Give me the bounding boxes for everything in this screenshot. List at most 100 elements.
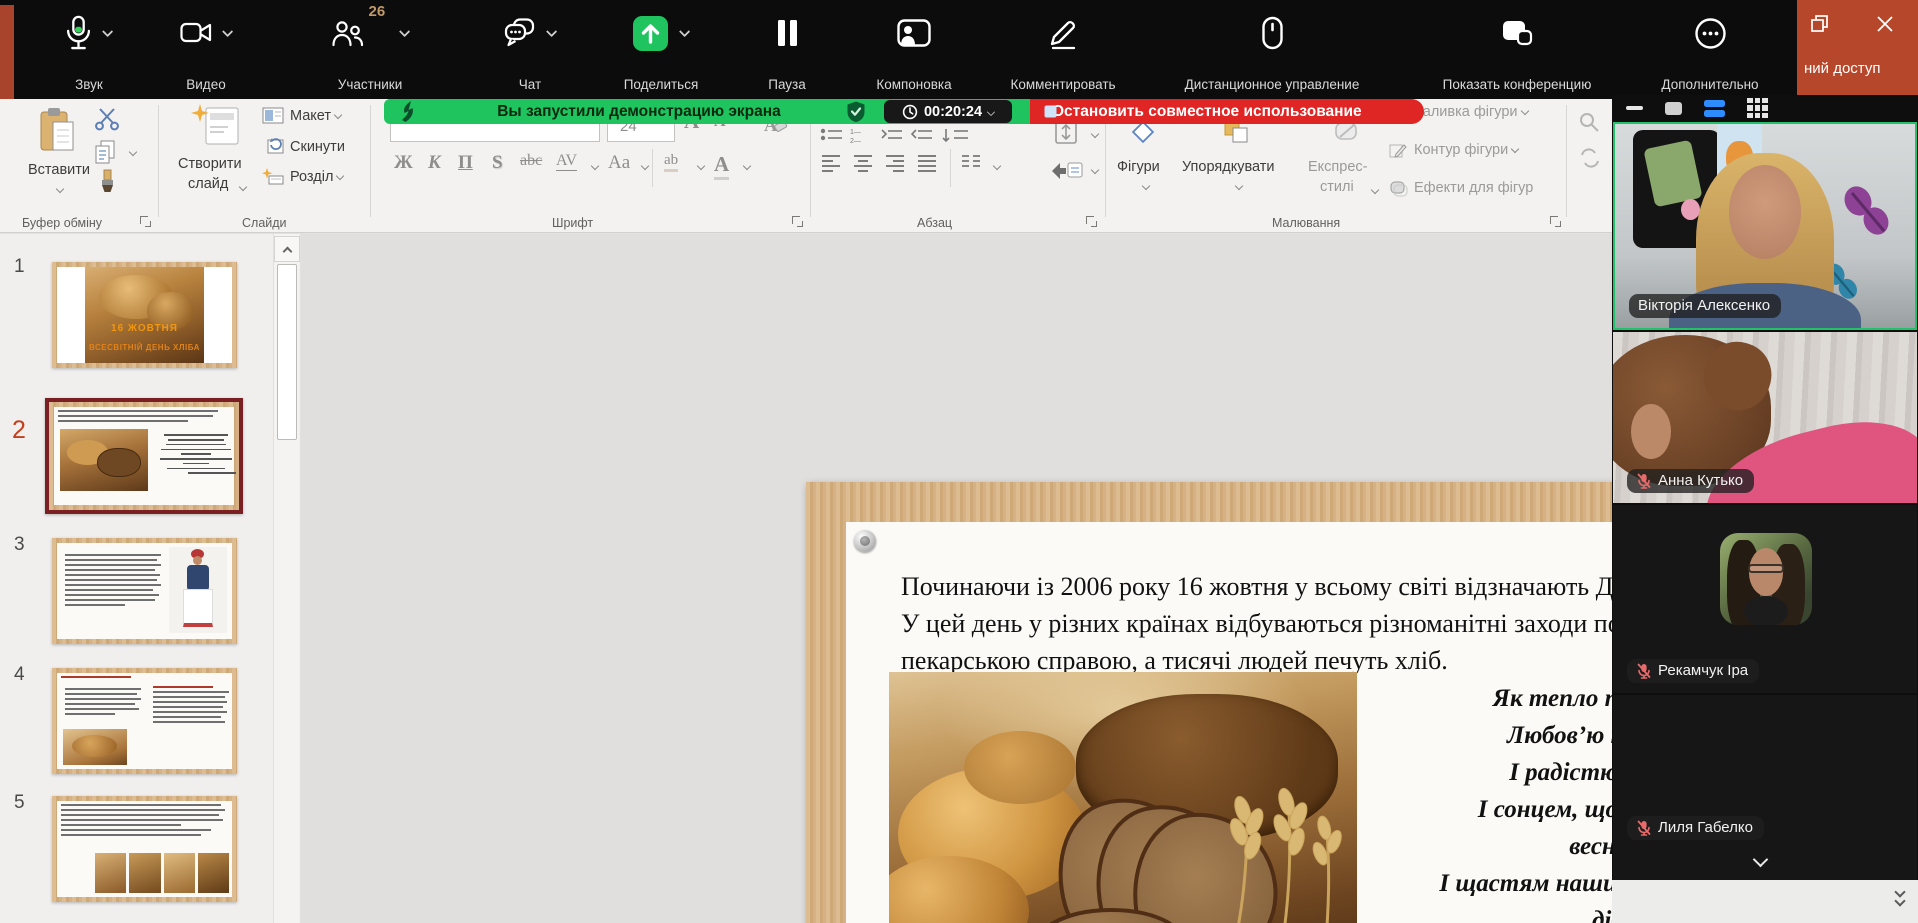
restore-panel-icon[interactable] (1665, 102, 1682, 115)
drawing-dialog-launcher[interactable] (1550, 216, 1561, 227)
find-icon[interactable] (1578, 111, 1602, 133)
slide-thumbnail-1[interactable]: 16 ЖОВТНЯ ВСЕСВІТНІЙ ДЕНЬ ХЛІБА (52, 262, 237, 368)
video-tile-anna[interactable]: Анна Кутько (1613, 332, 1917, 503)
video-tile-lilya[interactable]: Лиля Габелко (1613, 695, 1917, 880)
toolbar-item-pause[interactable]: Пауза (745, 0, 829, 99)
participant-name-tag: Вікторія Алексенко (1629, 294, 1781, 318)
toolbar-item-share[interactable]: Поделиться (600, 0, 722, 99)
format-painter-icon[interactable] (94, 169, 120, 195)
toolbar-item-audio[interactable]: Звук (34, 0, 144, 99)
character-spacing-button[interactable]: AV (556, 152, 577, 171)
gallery-view-icon[interactable] (1747, 98, 1768, 119)
speaker-view-icon[interactable] (1704, 100, 1725, 117)
toolbar-label: Компоновка (876, 77, 951, 99)
highlight-color-button[interactable]: ab (664, 152, 678, 172)
paragraph-group-label: Абзац (917, 216, 952, 230)
section-button[interactable]: Розділ (290, 169, 343, 185)
chevron-down-icon[interactable] (398, 26, 409, 37)
new-slide-label-1: Створити (178, 156, 242, 172)
pause-icon (776, 18, 799, 48)
text-shadow-button[interactable]: S (492, 152, 503, 174)
toolbar-item-chat[interactable]: Чат (482, 0, 578, 99)
chevron-down-icon[interactable] (545, 26, 556, 37)
new-slide-button[interactable]: Створити слайд (170, 104, 262, 151)
strikethrough-button[interactable]: abc (520, 152, 542, 170)
restore-window-icon[interactable] (1810, 14, 1830, 34)
copy-icon[interactable] (92, 139, 118, 165)
video-tile-rekamchuk[interactable]: Рекамчук Іра (1613, 505, 1917, 693)
more-participants-button[interactable] (1755, 852, 1766, 870)
thumb4-photo (63, 729, 127, 765)
slide-number-4: 4 (14, 664, 25, 686)
shape-effects-icon[interactable] (1388, 179, 1408, 197)
paste-button[interactable]: Вставити (22, 104, 92, 204)
next-slide-button[interactable] (1896, 888, 1904, 905)
align-center-icon[interactable] (852, 153, 876, 173)
meeting-timer[interactable]: 00:20:24 (884, 100, 1012, 123)
replace-icon[interactable] (1578, 147, 1602, 169)
person-face (1631, 404, 1671, 459)
video-tile-viktoriia[interactable]: Вікторія Алексенко (1613, 122, 1917, 330)
font-dialog-launcher[interactable] (792, 216, 803, 227)
cut-icon[interactable] (94, 107, 120, 131)
shape-effects-button[interactable]: Ефекти для фігур (1414, 180, 1533, 196)
shared-access-label[interactable]: ний доступ (1804, 60, 1880, 77)
toolbar-item-participants[interactable]: 26 Участники (305, 0, 435, 99)
align-left-icon[interactable] (820, 153, 844, 173)
slide-thumbnail-3[interactable] (52, 538, 237, 644)
reset-slide-icon[interactable] (262, 137, 284, 155)
change-case-button[interactable]: Aa (608, 152, 630, 174)
convert-smartart-icon[interactable] (1050, 157, 1084, 183)
toolbar-label: Дистанционное управление (1185, 77, 1360, 99)
shape-outline-icon[interactable] (1388, 141, 1408, 159)
chevron-down-icon[interactable] (1091, 130, 1099, 138)
toolbar-item-more[interactable]: Дополнительно (1648, 0, 1772, 99)
slide-thumbnail-2-selected[interactable] (45, 398, 243, 514)
meeting-toolbar: Звук Видео 26 (0, 0, 1918, 99)
annotate-pencil-icon (1047, 16, 1079, 50)
toolbar-item-remote-control[interactable]: Дистанционное управление (1162, 0, 1382, 99)
paragraph-dialog-launcher[interactable] (1086, 216, 1097, 227)
layout-slide-icon[interactable] (262, 107, 284, 124)
stop-sharing-button[interactable]: Остановить совместное использование (1030, 99, 1424, 124)
chevron-down-icon[interactable] (591, 162, 599, 170)
columns-icon[interactable] (960, 153, 984, 173)
chevron-down-icon[interactable] (987, 107, 995, 115)
chevron-down-icon[interactable] (743, 162, 751, 170)
reset-button[interactable]: Скинути (290, 139, 345, 155)
shape-fill-button[interactable]: Заливка фігури (1414, 104, 1528, 120)
clipboard-dialog-launcher[interactable] (140, 216, 151, 227)
thumbnail-scrollbar[interactable] (273, 234, 299, 923)
list-indent-icons[interactable]: 1—2— (820, 127, 1000, 147)
minimize-panel-icon[interactable] (1626, 106, 1643, 110)
thumb2-photo (60, 429, 148, 491)
chevron-down-icon[interactable] (993, 162, 1001, 170)
layout-button[interactable]: Макет (290, 108, 341, 124)
bold-button[interactable]: Ж (394, 152, 413, 174)
toolbar-item-annotate[interactable]: Комментировать (995, 0, 1131, 99)
chevron-down-icon[interactable] (221, 26, 232, 37)
chevron-down-icon[interactable] (1091, 166, 1099, 174)
chevron-down-icon[interactable] (697, 162, 705, 170)
italic-button[interactable]: К (428, 152, 441, 174)
scrollbar-thumb[interactable] (277, 264, 297, 440)
chevron-down-icon[interactable] (102, 26, 113, 37)
justify-icon[interactable] (916, 153, 940, 173)
participant-name: Вікторія Алексенко (1638, 297, 1770, 314)
shape-outline-button[interactable]: Контур фігури (1414, 142, 1518, 158)
section-icon[interactable] (262, 167, 284, 185)
chevron-down-icon[interactable] (641, 162, 649, 170)
bread-photo[interactable] (889, 672, 1357, 923)
underline-button[interactable]: П (458, 152, 473, 174)
toolbar-item-show-conference[interactable]: Показать конференцию (1422, 0, 1612, 99)
chevron-down-icon[interactable] (679, 26, 690, 37)
chevron-down-icon[interactable] (129, 148, 137, 156)
toolbar-item-layout[interactable]: Компоновка (858, 0, 970, 99)
align-right-icon[interactable] (884, 153, 908, 173)
slide-thumbnail-5[interactable] (52, 796, 237, 902)
scroll-up-button[interactable] (274, 236, 300, 262)
toolbar-item-video[interactable]: Видео (150, 0, 262, 99)
slide-thumbnail-4[interactable] (52, 668, 237, 774)
close-window-icon[interactable] (1875, 14, 1895, 34)
font-color-button[interactable]: A (714, 152, 729, 180)
